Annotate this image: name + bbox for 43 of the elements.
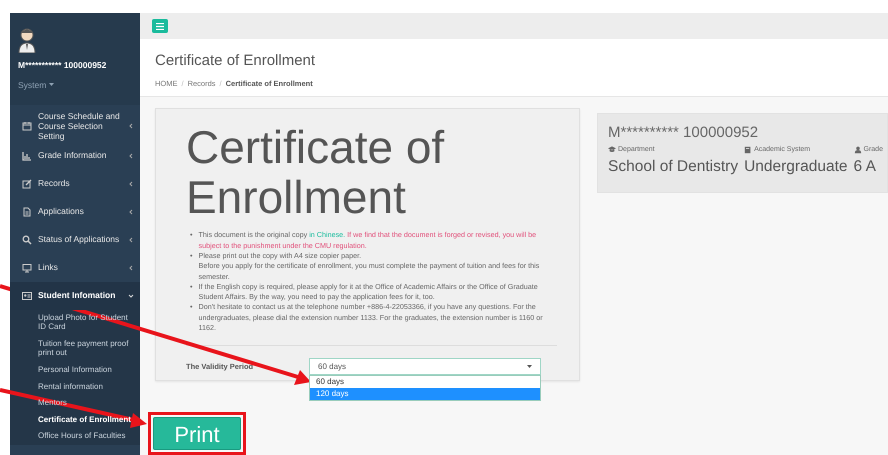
sidebar-item[interactable]: Applications: [10, 198, 140, 226]
chevron-left-icon: [128, 264, 134, 271]
sidebar-item[interactable]: Status of Applications: [10, 226, 140, 254]
certificate-title: Certificate of Enrollment: [186, 123, 446, 222]
sidebar-item[interactable]: Course Schedule and Course Selection Setting: [10, 111, 140, 142]
sidebar-item[interactable]: Grade Information: [10, 142, 140, 170]
system-menu[interactable]: System: [18, 78, 54, 92]
menu-button[interactable]: [152, 19, 168, 33]
search-icon: [22, 234, 32, 245]
chevron-down-icon: [128, 292, 134, 299]
user-name: M*********** 100000952: [18, 59, 108, 72]
edit-icon: [22, 178, 32, 189]
field-value: Undergraduate: [744, 157, 848, 177]
validity-select[interactable]: 60 days: [309, 358, 541, 376]
sidebar-subitem[interactable]: Tuition fee payment proof print out: [10, 336, 140, 362]
graduation-cap-icon: [608, 146, 616, 154]
profile-name: M********** 100000952: [608, 123, 760, 143]
chevron-left-icon: [128, 180, 134, 187]
field-value: 6 A: [854, 157, 877, 177]
sidebar-item[interactable]: Records: [10, 170, 140, 198]
sidebar-item[interactable]: Student Infomation: [10, 282, 140, 310]
chevron-left-icon: [128, 208, 134, 215]
menu-icon: [156, 22, 164, 30]
sidebar-subitem[interactable]: Rental information: [10, 378, 140, 396]
chevron-left-icon: [128, 152, 134, 159]
caret-icon: [49, 83, 54, 88]
field-value: School of Dentistry: [608, 157, 738, 177]
chevron-left-icon: [128, 123, 134, 130]
sidebar-subitem[interactable]: Personal Information: [10, 362, 140, 379]
user-icon: [854, 146, 862, 154]
sidebar-item[interactable]: Links: [10, 254, 140, 282]
book-icon: [744, 146, 752, 154]
page-title: Certificate of Enrollment: [155, 51, 316, 72]
document-icon: [22, 206, 32, 217]
avatar-icon: [18, 27, 36, 53]
monitor-icon: [22, 262, 32, 273]
id-card-icon: [22, 290, 32, 301]
bar-chart-icon: [22, 150, 32, 161]
sidebar-subitem[interactable]: Office Hours of Faculties: [10, 428, 140, 445]
dropdown-option[interactable]: 60 days: [310, 376, 540, 388]
chevron-left-icon: [128, 236, 134, 243]
calendar-icon: [22, 121, 32, 132]
caret-icon: [527, 364, 532, 369]
